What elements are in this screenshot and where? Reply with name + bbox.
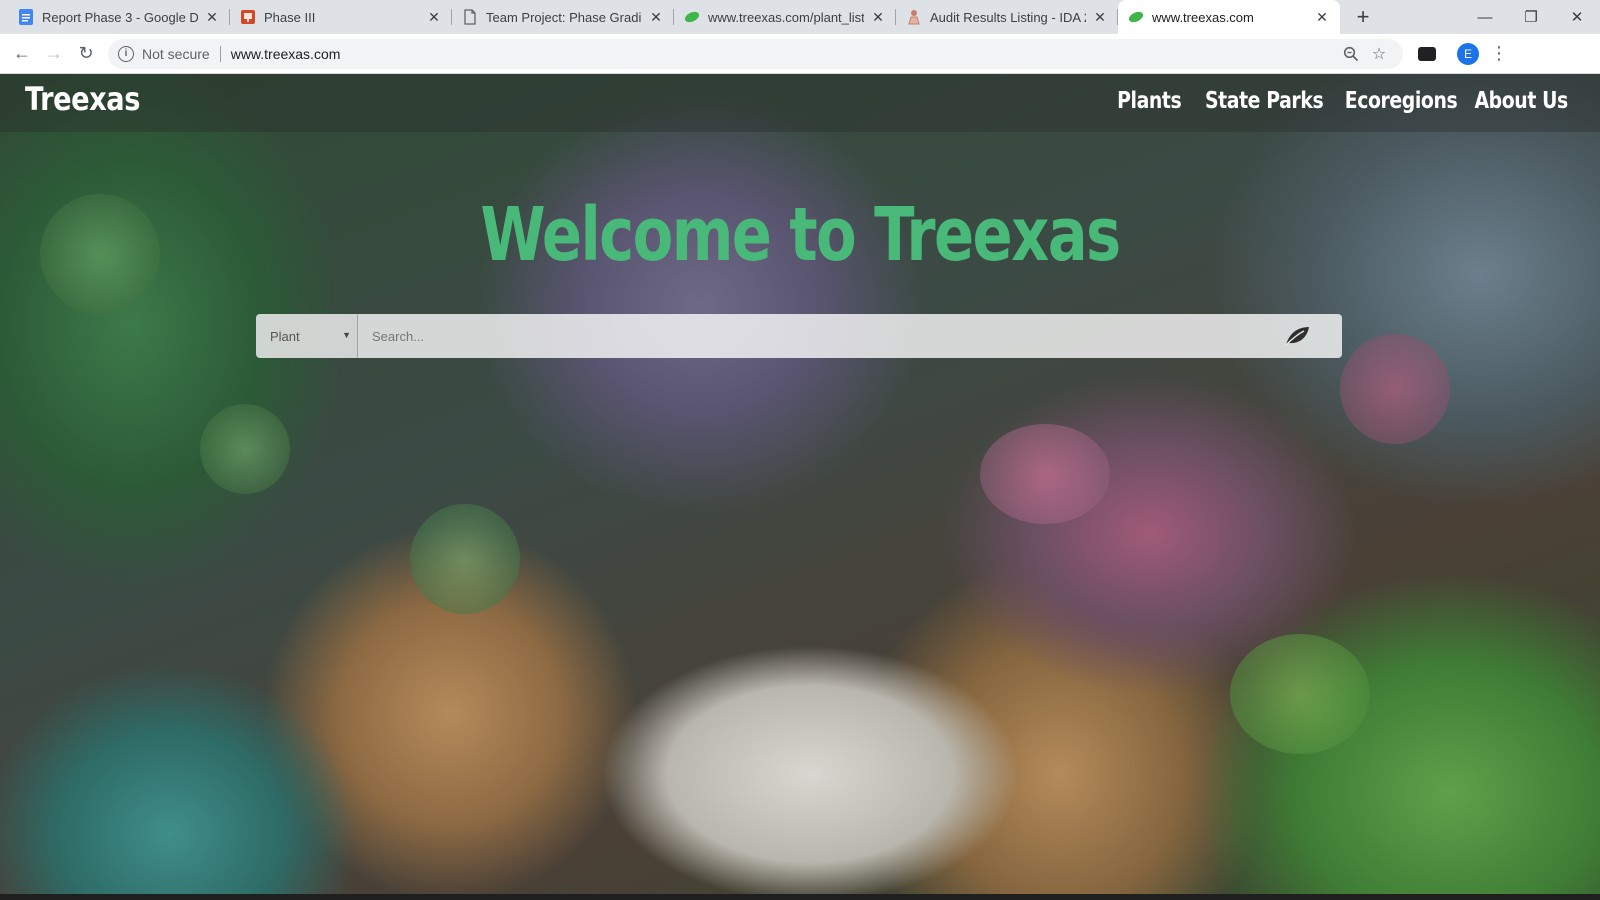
browser-tab-active[interactable]: www.treexas.com ✕ (1118, 0, 1340, 34)
nav-link-ecoregions[interactable]: Ecoregions (1345, 88, 1458, 114)
background-decoration (410, 504, 520, 614)
audit-icon (906, 9, 922, 25)
minimize-icon[interactable]: — (1462, 0, 1508, 34)
hero-title: Welcome to Treexas (480, 192, 1121, 278)
browser-tab[interactable]: Phase III ✕ (230, 0, 452, 34)
presentation-icon (240, 9, 256, 25)
nav-link-state-parks[interactable]: State Parks (1205, 88, 1324, 114)
tab-title: Team Project: Phase Grading (486, 9, 642, 25)
close-tab-icon[interactable]: ✕ (870, 9, 886, 25)
zoom-icon[interactable] (1337, 40, 1365, 68)
search-bar: Plant ▼ (256, 314, 1342, 358)
bottom-edge (0, 894, 1600, 900)
google-docs-icon (18, 9, 34, 25)
reload-icon[interactable]: ↻ (70, 38, 102, 70)
browser-tab[interactable]: www.treexas.com/plant_list/ ✕ (674, 0, 896, 34)
browser-tab[interactable]: Team Project: Phase Grading ✕ (452, 0, 674, 34)
close-tab-icon[interactable]: ✕ (1314, 9, 1330, 25)
address-bar[interactable]: i Not secure www.treexas.com ☆ (108, 38, 1403, 69)
nav-link-about-us[interactable]: About Us (1475, 88, 1569, 114)
info-icon[interactable]: i (118, 45, 134, 62)
tab-list: Report Phase 3 - Google Doc ✕ Phase III … (0, 0, 1340, 34)
close-tab-icon[interactable]: ✕ (204, 9, 220, 25)
background-decoration (980, 424, 1110, 524)
extension-icon[interactable] (1411, 38, 1443, 70)
back-arrow-icon[interactable]: ← (6, 38, 38, 70)
restore-icon[interactable]: ❐ (1508, 0, 1554, 34)
more-menu-icon[interactable]: ⋮ (1485, 38, 1513, 70)
leaf-icon (1285, 327, 1309, 346)
security-label[interactable]: Not secure (142, 46, 210, 62)
close-window-icon[interactable]: ✕ (1554, 0, 1600, 34)
background-decoration (200, 404, 290, 494)
category-select-value: Plant (270, 328, 300, 344)
leaf-icon (684, 9, 700, 25)
nav-link-plants[interactable]: Plants (1117, 88, 1182, 114)
category-select[interactable]: Plant ▼ (256, 314, 358, 358)
tab-title: Phase III (264, 9, 316, 25)
tab-title: www.treexas.com/plant_list/ (708, 9, 864, 25)
browser-toolbar: ← → ↻ i Not secure www.treexas.com ☆ E ⋮ (0, 34, 1600, 74)
new-tab-button[interactable]: + (1346, 0, 1380, 34)
background-decoration (1340, 334, 1450, 444)
tab-strip: Report Phase 3 - Google Doc ✕ Phase III … (0, 0, 1600, 34)
search-input[interactable] (358, 314, 1252, 358)
window-controls: — ❐ ✕ (1462, 0, 1600, 34)
search-button[interactable] (1252, 314, 1342, 358)
leaf-icon (1128, 9, 1144, 25)
caret-down-icon: ▼ (342, 330, 351, 340)
close-tab-icon[interactable]: ✕ (648, 9, 664, 25)
document-icon (462, 9, 478, 25)
close-tab-icon[interactable]: ✕ (1092, 9, 1108, 25)
site-nav: Plants State Parks Ecoregions About Us (1117, 88, 1569, 114)
browser-tab[interactable]: Audit Results Listing - IDA 2.0 ✕ (896, 0, 1118, 34)
background-decoration (40, 194, 160, 314)
site-logo[interactable]: Treexas (25, 80, 140, 118)
tab-title: www.treexas.com (1152, 9, 1254, 25)
forward-arrow-icon[interactable]: → (38, 38, 70, 70)
tab-title: Audit Results Listing - IDA 2.0 (930, 9, 1086, 25)
avatar[interactable]: E (1457, 42, 1479, 65)
divider (219, 45, 221, 62)
tab-title: Report Phase 3 - Google Doc (42, 9, 198, 25)
background-decoration (1230, 634, 1370, 754)
browser-tab[interactable]: Report Phase 3 - Google Doc ✕ (8, 0, 230, 34)
close-tab-icon[interactable]: ✕ (426, 9, 442, 25)
url-text[interactable]: www.treexas.com (231, 46, 341, 62)
hero-background: Treexas Plants State Parks Ecoregions Ab… (0, 74, 1600, 900)
bookmark-star-icon[interactable]: ☆ (1365, 40, 1393, 68)
